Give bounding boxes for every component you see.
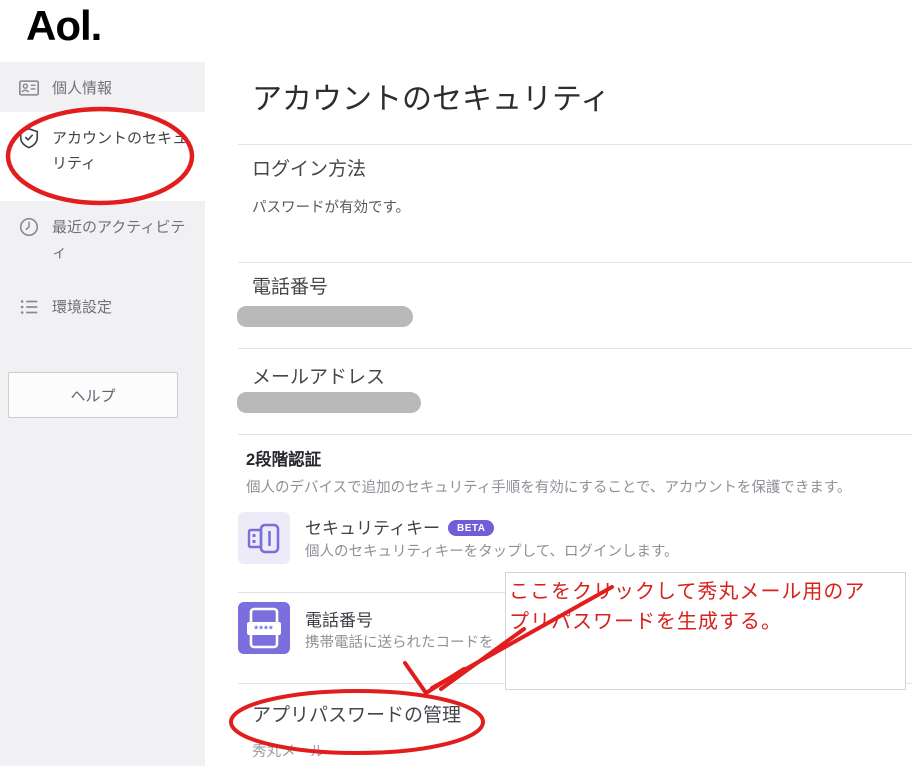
help-button[interactable]: ヘルプ bbox=[8, 372, 178, 418]
sidebar-item-recent-activity[interactable]: 最近のアクティビティ bbox=[0, 201, 205, 281]
section-divider bbox=[238, 434, 912, 435]
phone-method-row[interactable]: **** bbox=[238, 602, 290, 654]
sidebar-item-preferences[interactable]: 環境設定 bbox=[0, 281, 205, 329]
page-title: アカウントのセキュリティ bbox=[252, 74, 610, 118]
sidebar-item-label: 環境設定 bbox=[52, 295, 187, 320]
preferences-list-icon bbox=[18, 296, 40, 318]
section-divider bbox=[238, 348, 912, 349]
aol-logo: Aol. bbox=[26, 2, 101, 50]
two-step-description: 個人のデバイスで追加のセキュリティ手順を有効にすることで、アカウントを保護できま… bbox=[246, 476, 851, 497]
annotation-note-line1: ここをクリックして秀丸メール用のア bbox=[509, 576, 905, 606]
sidebar-item-personal-info[interactable]: 個人情報 bbox=[0, 62, 205, 112]
phone-method-card-border bbox=[238, 592, 506, 593]
security-key-title: セキュリティキー BETA bbox=[305, 514, 494, 539]
sidebar: 個人情報 アカウントのセキュリティ 最近のアクティビティ 環境設定 bbox=[0, 62, 205, 766]
email-address-heading: メールアドレス bbox=[252, 362, 385, 389]
redacted-phone-number bbox=[237, 306, 413, 327]
redacted-email-address bbox=[237, 392, 421, 413]
account-security-page: Aol. 個人情報 アカウントのセキュリティ 最近 bbox=[0, 0, 912, 766]
app-passwords-heading[interactable]: アプリパスワードの管理 bbox=[252, 700, 461, 727]
phone-passcode-icon: **** bbox=[238, 602, 290, 654]
clock-icon bbox=[18, 216, 40, 238]
section-divider bbox=[238, 144, 912, 145]
security-key-method-row[interactable] bbox=[238, 512, 290, 564]
annotation-note-box: ここをクリックして秀丸メール用のア プリパスワードを生成する。 bbox=[505, 572, 906, 690]
contact-card-icon bbox=[18, 77, 40, 99]
beta-badge: BETA bbox=[448, 520, 494, 536]
phone-method-description: 携帯電話に送られたコードを bbox=[305, 631, 494, 652]
sidebar-item-label: アカウントのセキュリティ bbox=[52, 126, 187, 176]
sidebar-item-label: 最近のアクティビティ bbox=[52, 215, 187, 265]
svg-text:****: **** bbox=[254, 625, 274, 636]
security-key-description: 個人のセキュリティキーをタップして、ログインします。 bbox=[305, 540, 679, 561]
shield-check-icon bbox=[18, 127, 40, 149]
app-password-list-item: 秀丸メール bbox=[252, 740, 325, 761]
section-divider bbox=[238, 262, 912, 263]
security-key-title-text: セキュリティキー bbox=[305, 519, 440, 538]
sidebar-item-account-security[interactable]: アカウントのセキュリティ bbox=[0, 112, 205, 201]
phone-number-heading: 電話番号 bbox=[252, 272, 328, 299]
password-status-text: パスワードが有効です。 bbox=[252, 196, 410, 217]
sidebar-item-label: 個人情報 bbox=[52, 76, 187, 101]
annotation-note-line2: プリパスワードを生成する。 bbox=[509, 606, 905, 636]
security-key-icon bbox=[238, 512, 290, 564]
login-method-heading: ログイン方法 bbox=[252, 154, 366, 181]
phone-method-title: 電話番号 bbox=[305, 606, 373, 631]
two-step-heading: 2段階認証 bbox=[246, 446, 321, 470]
